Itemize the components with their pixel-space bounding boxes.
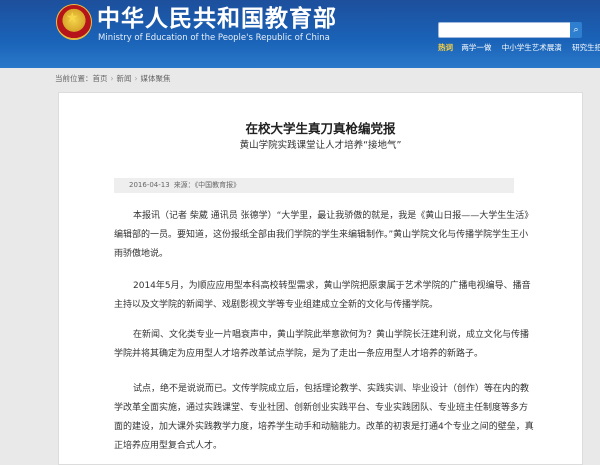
article-date: 2016-04-13 — [129, 181, 170, 189]
article-paragraph: 在新闻、文化类专业一片唱衰声中，黄山学院此举意欲何为？黄山学院长汪建利说，成立文… — [114, 330, 530, 359]
hot-words-label: 热词 — [438, 43, 453, 52]
breadcrumb-separator: › — [134, 74, 138, 83]
article-paragraph: 本报讯（记者 柴葳 通讯员 张德学）“大学里，最让我骄傲的就是，我是《黄山日报—… — [114, 211, 534, 259]
site-header: ★ 中华人民共和国教育部 Ministry of Education of th… — [0, 0, 600, 68]
article-source: 来源：《中国教育报》 — [173, 181, 241, 189]
breadcrumb-media[interactable]: 媒体聚焦 — [141, 74, 171, 83]
article-paragraph: 试点，绝不是说说而已。文传学院成立后，包括理论教学、实践实训、毕业设计（创作）等… — [114, 384, 534, 451]
search-input[interactable] — [438, 22, 572, 38]
article-panel: 在校大学生真刀真枪编党报 黄山学院实践课堂让人才培养“接地气” 2016-04-… — [58, 92, 583, 465]
hot-link-1[interactable]: 两学一做 — [461, 43, 491, 52]
search-icon[interactable]: ⌕ — [570, 22, 582, 38]
breadcrumb: 当前位置：首页 › 新闻 › 媒体聚焦 — [55, 74, 171, 84]
site-title[interactable]: 中华人民共和国教育部 — [97, 6, 337, 32]
hot-words: 热词 两学一做 中小学生艺术展演 研究生招 — [438, 43, 600, 53]
site-subtitle: Ministry of Education of the People's Re… — [98, 33, 330, 43]
breadcrumb-home[interactable]: 首页 — [93, 74, 108, 83]
article-subtitle: 黄山学院实践课堂让人才培养“接地气” — [239, 140, 402, 151]
article-paragraph: 2014年5月，为顺应应用型本科高校转型需求，黄山学院把原隶属于艺术学院的广播电… — [114, 281, 531, 310]
article-title: 在校大学生真刀真枪编党报 — [245, 121, 396, 136]
article-meta: 2016-04-13 来源：《中国教育报》 — [114, 178, 514, 193]
national-emblem-icon[interactable]: ★ — [56, 4, 92, 40]
breadcrumb-news[interactable]: 新闻 — [117, 74, 132, 83]
hot-link-2[interactable]: 中小学生艺术展演 — [502, 43, 562, 52]
hot-link-3[interactable]: 研究生招 — [572, 43, 600, 52]
breadcrumb-prefix: 当前位置： — [55, 74, 93, 83]
breadcrumb-separator: › — [110, 74, 114, 83]
